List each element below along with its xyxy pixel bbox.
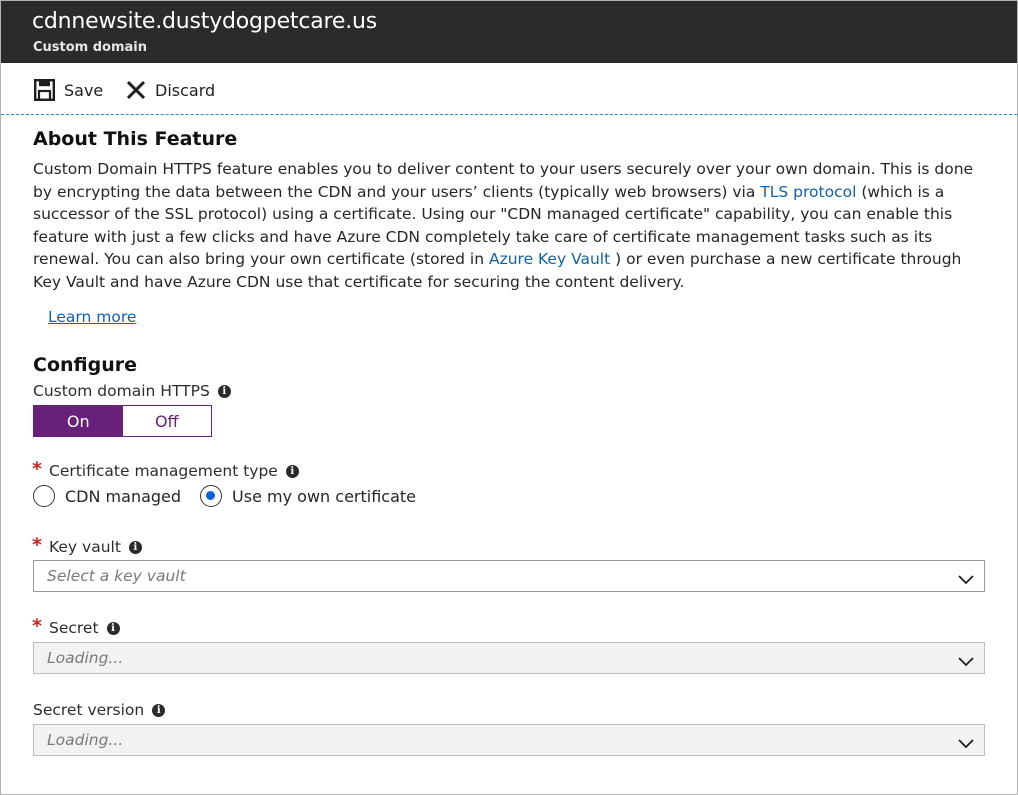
required-marker: * (32, 615, 42, 637)
secret-dropdown[interactable]: Loading... (33, 642, 985, 674)
blade-title: cdnnewsite.dustydogpetcare.us (32, 9, 378, 34)
secret-version-text: Secret version (33, 701, 145, 719)
about-description: Custom Domain HTTPS feature enables you … (33, 158, 988, 294)
discard-button[interactable]: Discard (126, 77, 215, 103)
save-icon (34, 79, 55, 101)
info-icon[interactable]: i (128, 540, 142, 554)
secret-placeholder: Loading... (47, 649, 124, 667)
certificate-type-text: Certificate management type (49, 462, 278, 480)
secret-version-dropdown[interactable]: Loading... (33, 724, 985, 756)
info-icon[interactable]: i (152, 703, 166, 717)
custom-domain-blade: cdnnewsite.dustydogpetcare.us Custom dom… (0, 0, 1018, 795)
info-icon[interactable]: i (285, 464, 299, 478)
save-label: Save (64, 80, 104, 100)
cdn-managed-radio[interactable]: CDN managed (33, 485, 181, 507)
custom-domain-https-text: Custom domain HTTPS (33, 382, 210, 400)
secret-version-label: Secret version i (33, 701, 166, 719)
cdn-managed-label: CDN managed (65, 486, 182, 506)
secret-label: Secret i (49, 619, 120, 637)
learn-more-link[interactable]: Learn more (48, 308, 136, 326)
info-icon[interactable]: i (106, 621, 120, 635)
discard-label: Discard (155, 80, 216, 100)
key-vault-dropdown[interactable]: Select a key vault (33, 560, 985, 592)
command-bar: Save Discard (1, 63, 1017, 115)
radio-circle-checked (200, 485, 223, 507)
radio-circle (33, 485, 55, 507)
use-own-certificate-label: Use my own certificate (232, 486, 416, 506)
certificate-type-radio-group: CDN managed Use my own certificate (33, 485, 416, 507)
blade-header: cdnnewsite.dustydogpetcare.us Custom dom… (1, 1, 1017, 63)
about-heading: About This Feature (33, 128, 238, 150)
required-marker: * (32, 534, 42, 556)
https-toggle: On Off (33, 405, 212, 437)
tls-protocol-link[interactable]: TLS protocol (760, 183, 856, 201)
key-vault-placeholder: Select a key vault (47, 567, 186, 585)
secret-version-placeholder: Loading... (47, 731, 124, 749)
certificate-type-label: Certificate management type i (49, 462, 299, 480)
toggle-off-option[interactable]: Off (122, 406, 211, 436)
required-marker: * (32, 458, 42, 480)
toggle-on-option[interactable]: On (34, 406, 123, 436)
chevron-down-icon (958, 734, 974, 753)
configure-heading: Configure (33, 354, 137, 376)
azure-key-vault-link[interactable]: Azure Key Vault (489, 250, 610, 268)
secret-text: Secret (49, 619, 99, 637)
blade-subtitle: Custom domain (33, 40, 148, 55)
info-icon[interactable]: i (217, 384, 231, 398)
use-own-certificate-radio[interactable]: Use my own certificate (200, 485, 416, 507)
chevron-down-icon (958, 652, 974, 671)
discard-icon (126, 80, 146, 100)
save-button[interactable]: Save (34, 77, 103, 103)
key-vault-text: Key vault (49, 538, 121, 556)
custom-domain-https-label: Custom domain HTTPS i (33, 382, 231, 400)
chevron-down-icon (958, 570, 974, 589)
key-vault-label: Key vault i (49, 538, 142, 556)
